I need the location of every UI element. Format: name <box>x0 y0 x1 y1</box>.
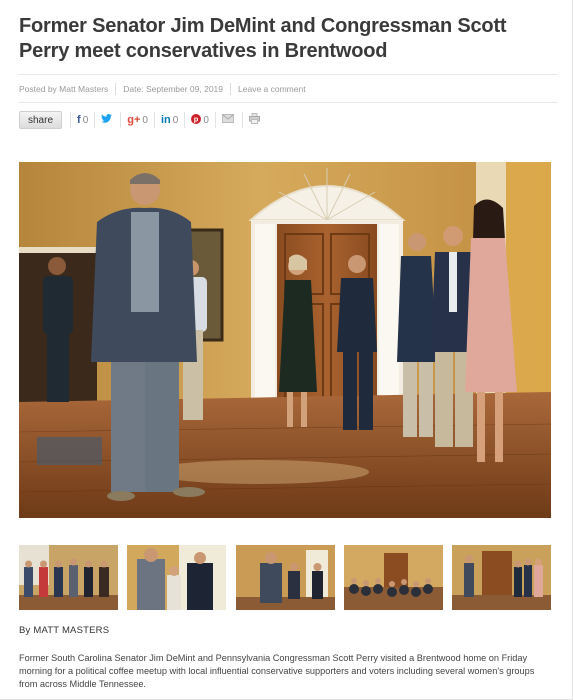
email-share[interactable] <box>214 112 242 128</box>
meta-divider-bottom <box>19 102 558 103</box>
gallery-thumbnail[interactable] <box>127 545 227 610</box>
email-icon <box>221 114 234 126</box>
hero-photo[interactable] <box>19 162 551 518</box>
meta-separator <box>230 83 232 95</box>
meta-separator <box>115 83 117 95</box>
leave-comment-link[interactable]: Leave a comment <box>238 84 306 94</box>
twitter-icon <box>101 114 113 126</box>
meta-divider-top <box>19 74 558 75</box>
twitter-share[interactable] <box>94 112 120 128</box>
facebook-count: 0 <box>82 114 89 126</box>
linkedin-icon: in <box>160 114 171 126</box>
print-share[interactable] <box>241 112 268 128</box>
linkedin-count: 0 <box>172 114 179 126</box>
facebook-icon: f <box>77 114 81 126</box>
facebook-share[interactable]: f 0 <box>70 112 94 128</box>
google-plus-count: 0 <box>142 114 148 126</box>
gallery-thumbnail[interactable] <box>235 545 335 610</box>
pinterest-count: 0 <box>203 114 209 126</box>
article-title: Former Senator Jim DeMint and Congressma… <box>19 15 507 62</box>
gallery-thumbnail[interactable] <box>343 545 443 610</box>
post-date: Date: September 09, 2019 <box>123 84 224 94</box>
share-bar: share f 0 g+ 0 in 0 p 0 <box>19 111 268 129</box>
pinterest-icon: p <box>191 113 202 127</box>
article-byline: By MATT MASTERS <box>19 625 110 636</box>
share-button[interactable]: share <box>19 111 63 129</box>
article-meta: Posted by Matt Masters Date: September 0… <box>19 82 306 96</box>
posted-by: Posted by Matt Masters <box>19 84 109 94</box>
google-plus-share[interactable]: g+ 0 <box>120 112 154 128</box>
print-icon <box>248 113 260 127</box>
article-body: Former South Carolina Senator Jim DeMint… <box>19 653 535 689</box>
gallery-thumbnail[interactable] <box>19 545 118 610</box>
linkedin-share[interactable]: in 0 <box>153 112 184 128</box>
pinterest-share[interactable]: p 0 <box>184 112 215 128</box>
photo-gallery <box>19 545 551 610</box>
svg-text:p: p <box>194 114 199 123</box>
google-plus-icon: g+ <box>127 114 141 126</box>
gallery-thumbnail[interactable] <box>452 545 551 610</box>
